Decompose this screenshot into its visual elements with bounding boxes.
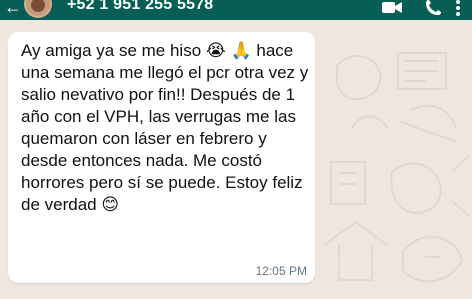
back-arrow-icon[interactable]: ← [4, 0, 22, 18]
video-call-icon[interactable] [380, 0, 404, 18]
phone-call-icon[interactable] [423, 0, 447, 18]
incoming-message-bubble[interactable]: Ay amiga ya se me hiso 😭 🙏 hace una sema… [8, 32, 315, 283]
contact-avatar[interactable] [24, 0, 52, 18]
message-time: 12:05 PM [255, 264, 307, 278]
message-text: Ay amiga ya se me hiso 😭 🙏 hace una sema… [21, 41, 309, 214]
chat-header: ← +52 1 951 255 5578 [0, 0, 472, 20]
contact-number[interactable]: +52 1 951 255 5578 [67, 0, 213, 14]
more-options-icon[interactable] [452, 0, 464, 18]
